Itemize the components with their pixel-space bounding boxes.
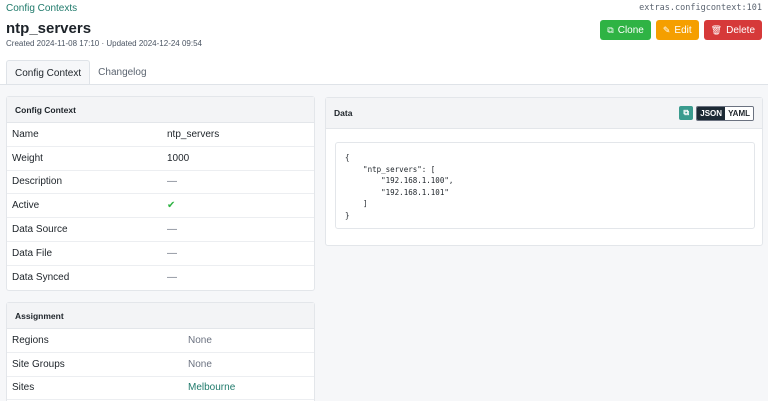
pencil-icon: ✎: [663, 25, 671, 36]
tab-divider: [0, 84, 768, 85]
edit-label: Edit: [674, 25, 691, 36]
tab-config-context[interactable]: Config Context: [6, 60, 90, 85]
data-card-header: Data ⧉ JSON YAML: [326, 98, 762, 129]
format-controls: ⧉ JSON YAML: [679, 106, 754, 121]
checkmark-icon: ✔: [167, 200, 175, 211]
assignment-card: Assignment Regions None Site Groups None…: [6, 302, 315, 401]
row-value: ntp_servers: [167, 129, 219, 140]
copy-icon: ⧉: [607, 25, 613, 36]
row-key: Site Groups: [7, 359, 188, 370]
format-toggle: JSON YAML: [696, 106, 754, 121]
row-key: Description: [7, 176, 167, 187]
delete-button[interactable]: 🗑 Delete: [704, 20, 762, 40]
table-row: Data File —: [7, 242, 314, 266]
action-buttons: ⧉ Clone ✎ Edit 🗑 Delete: [600, 20, 762, 40]
row-key: Data File: [7, 248, 167, 259]
created-updated-meta: Created 2024-11-08 17:10 · Updated 2024-…: [6, 39, 202, 48]
config-context-card: Config Context Name ntp_servers Weight 1…: [6, 96, 315, 291]
site-link[interactable]: Melbourne: [188, 382, 235, 393]
data-code-block: { "ntp_servers": [ "192.168.1.100", "192…: [335, 142, 755, 229]
delete-label: Delete: [726, 25, 755, 36]
table-row: Data Source —: [7, 218, 314, 242]
row-key: Data Synced: [7, 272, 167, 283]
row-value: —: [167, 272, 177, 283]
table-row: Description —: [7, 171, 314, 195]
format-json-button[interactable]: JSON: [697, 107, 725, 120]
row-value: —: [167, 224, 177, 235]
row-value: None: [188, 359, 212, 370]
row-key: Data Source: [7, 224, 167, 235]
format-yaml-button[interactable]: YAML: [725, 107, 753, 120]
object-identifier: extras.configcontext:101: [639, 3, 762, 13]
row-key: Sites: [7, 382, 188, 393]
breadcrumb[interactable]: Config Contexts: [6, 3, 77, 14]
page-header: Config Contexts extras.configcontext:101…: [0, 0, 768, 84]
copy-icon[interactable]: ⧉: [679, 106, 693, 120]
clone-button[interactable]: ⧉ Clone: [600, 20, 651, 40]
table-row: Name ntp_servers: [7, 123, 314, 147]
row-key: Active: [7, 200, 167, 211]
config-context-card-header: Config Context: [7, 97, 314, 123]
data-card-title: Data: [334, 108, 352, 118]
table-row: Regions None: [7, 329, 314, 353]
row-key: Name: [7, 129, 167, 140]
table-row: Active ✔: [7, 194, 314, 218]
edit-button[interactable]: ✎ Edit: [656, 20, 699, 40]
assignment-card-header: Assignment: [7, 303, 314, 329]
clone-label: Clone: [618, 25, 644, 36]
row-key: Weight: [7, 153, 167, 164]
row-value: 1000: [167, 153, 189, 164]
trash-icon: 🗑: [711, 25, 722, 36]
row-value: None: [188, 335, 212, 346]
page-title: ntp_servers: [6, 20, 91, 37]
row-value: —: [167, 248, 177, 259]
table-row: Weight 1000: [7, 147, 314, 171]
tab-changelog[interactable]: Changelog: [90, 60, 154, 85]
row-value: —: [167, 176, 177, 187]
table-row: Site Groups None: [7, 353, 314, 377]
table-row: Sites Melbourne: [7, 377, 314, 401]
data-card: Data ⧉ JSON YAML { "ntp_servers": [ "192…: [325, 97, 763, 246]
row-key: Regions: [7, 335, 188, 346]
tab-bar: Config Context Changelog: [6, 60, 155, 85]
table-row: Data Synced —: [7, 266, 314, 290]
